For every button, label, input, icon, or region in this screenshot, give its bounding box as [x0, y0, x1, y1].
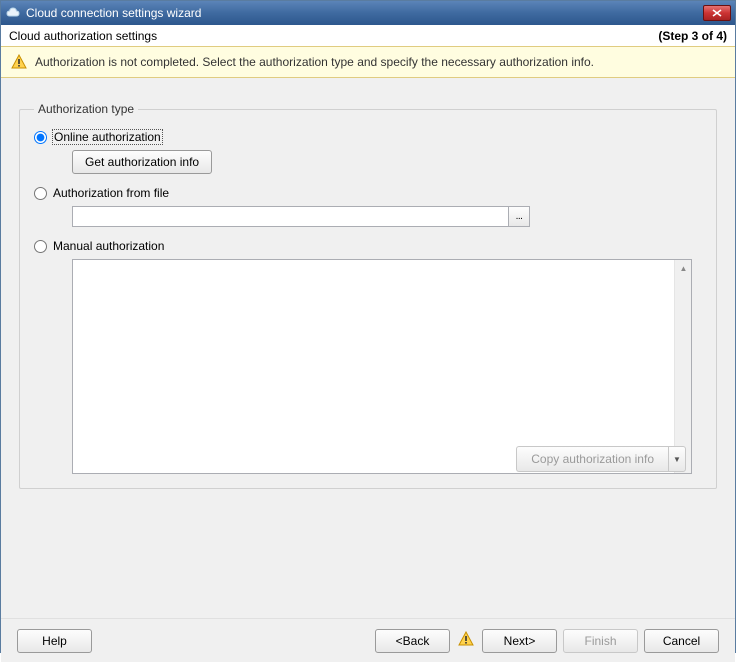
- copy-authorization-info-button[interactable]: Copy authorization info: [516, 446, 668, 472]
- radio-manual[interactable]: [34, 240, 47, 253]
- subtitle-bar: Cloud authorization settings (Step 3 of …: [1, 25, 735, 47]
- radio-online-row: Online authorization: [34, 130, 702, 144]
- subtitle-text: Cloud authorization settings: [9, 29, 157, 43]
- manual-textarea-wrap: ▲ ▼: [72, 259, 692, 474]
- group-legend: Authorization type: [34, 102, 138, 116]
- radio-online[interactable]: [34, 131, 47, 144]
- finish-button[interactable]: Finish: [563, 629, 638, 653]
- footer: Help <Back Next> Finish Cancel: [1, 618, 735, 662]
- copy-row: Copy authorization info ▼: [516, 446, 686, 472]
- radio-manual-row: Manual authorization: [34, 239, 702, 253]
- cloud-icon: [5, 5, 21, 21]
- scrollbar[interactable]: ▲ ▼: [674, 260, 691, 473]
- browse-button[interactable]: ...: [508, 206, 530, 227]
- warning-icon: [11, 54, 27, 70]
- warning-banner: Authorization is not completed. Select t…: [1, 47, 735, 78]
- radio-file-row: Authorization from file: [34, 186, 702, 200]
- radio-manual-label[interactable]: Manual authorization: [53, 239, 164, 253]
- warning-icon: [458, 631, 474, 650]
- titlebar: Cloud connection settings wizard: [1, 1, 735, 25]
- cancel-button[interactable]: Cancel: [644, 629, 719, 653]
- next-button[interactable]: Next>: [482, 629, 557, 653]
- step-indicator: (Step 3 of 4): [658, 29, 727, 43]
- content-area: Authorization type Online authorization …: [1, 78, 735, 618]
- copy-dropdown-button[interactable]: ▼: [668, 446, 686, 472]
- window-title: Cloud connection settings wizard: [26, 6, 703, 20]
- file-input-row: ...: [72, 206, 530, 227]
- get-authorization-info-button[interactable]: Get authorization info: [72, 150, 212, 174]
- radio-file[interactable]: [34, 187, 47, 200]
- warning-text: Authorization is not completed. Select t…: [35, 55, 594, 69]
- help-button[interactable]: Help: [17, 629, 92, 653]
- file-path-input[interactable]: [72, 206, 508, 227]
- radio-file-label[interactable]: Authorization from file: [53, 186, 169, 200]
- scroll-up-icon[interactable]: ▲: [675, 260, 692, 277]
- close-button[interactable]: [703, 5, 731, 21]
- manual-textarea[interactable]: [73, 260, 674, 473]
- authorization-type-group: Authorization type Online authorization …: [19, 102, 717, 489]
- radio-online-label[interactable]: Online authorization: [53, 130, 162, 144]
- back-button[interactable]: <Back: [375, 629, 450, 653]
